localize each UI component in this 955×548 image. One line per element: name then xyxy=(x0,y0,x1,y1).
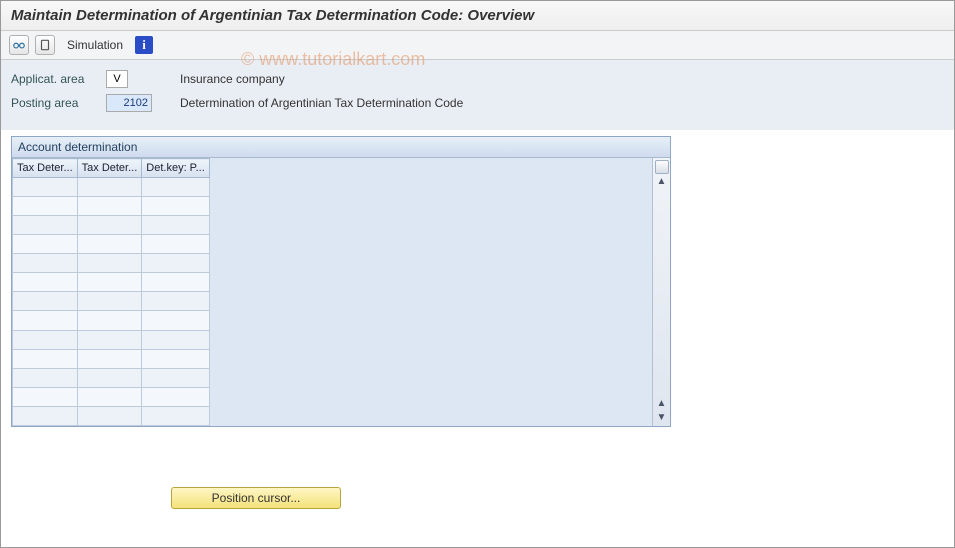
panel-title: Account determination xyxy=(12,137,670,158)
table-cell[interactable] xyxy=(77,235,142,254)
table-row[interactable] xyxy=(13,197,210,216)
table-cell[interactable] xyxy=(77,330,142,349)
glasses-icon[interactable] xyxy=(9,35,29,55)
scroll-down-icon[interactable]: ▼ xyxy=(655,410,669,424)
table-row[interactable] xyxy=(13,406,210,425)
page-title: Maintain Determination of Argentinian Ta… xyxy=(1,1,954,31)
account-determination-panel: Account determination Tax Deter...Tax De… xyxy=(11,136,671,427)
table-cell[interactable] xyxy=(13,235,78,254)
table-cell[interactable] xyxy=(142,216,210,235)
posting-area-field[interactable]: 2102 xyxy=(106,94,152,112)
table-cell[interactable] xyxy=(142,368,210,387)
table-row[interactable] xyxy=(13,311,210,330)
scroll-up-icon[interactable]: ▲ xyxy=(655,174,669,188)
table-row[interactable] xyxy=(13,292,210,311)
applicat-area-label: Applicat. area xyxy=(11,72,106,86)
toolbar: Simulation i xyxy=(1,31,954,60)
scroll-thumb[interactable] xyxy=(655,160,669,174)
table-cell[interactable] xyxy=(13,387,78,406)
table-cell[interactable] xyxy=(142,349,210,368)
posting-area-label: Posting area xyxy=(11,96,106,110)
table-cell[interactable] xyxy=(77,387,142,406)
applicat-area-desc: Insurance company xyxy=(180,72,285,86)
account-grid: Tax Deter...Tax Deter...Det.key: P... xyxy=(12,158,210,426)
table-cell[interactable] xyxy=(142,292,210,311)
table-cell[interactable] xyxy=(13,292,78,311)
column-header-0[interactable]: Tax Deter... xyxy=(13,159,78,178)
table-cell[interactable] xyxy=(142,406,210,425)
table-cell[interactable] xyxy=(13,330,78,349)
simulation-button[interactable]: Simulation xyxy=(61,36,129,54)
table-cell[interactable] xyxy=(13,197,78,216)
table-cell[interactable] xyxy=(142,235,210,254)
table-row[interactable] xyxy=(13,330,210,349)
column-header-1[interactable]: Tax Deter... xyxy=(77,159,142,178)
table-cell[interactable] xyxy=(77,178,142,197)
table-row[interactable] xyxy=(13,273,210,292)
table-cell[interactable] xyxy=(77,311,142,330)
table-cell[interactable] xyxy=(142,254,210,273)
table-cell[interactable] xyxy=(142,387,210,406)
table-cell[interactable] xyxy=(77,292,142,311)
table-cell[interactable] xyxy=(77,216,142,235)
table-cell[interactable] xyxy=(13,368,78,387)
table-cell[interactable] xyxy=(77,273,142,292)
table-cell[interactable] xyxy=(142,273,210,292)
table-row[interactable] xyxy=(13,368,210,387)
grid-filler xyxy=(210,158,652,426)
table-cell[interactable] xyxy=(13,178,78,197)
new-page-icon[interactable] xyxy=(35,35,55,55)
posting-area-desc: Determination of Argentinian Tax Determi… xyxy=(180,96,463,110)
table-row[interactable] xyxy=(13,349,210,368)
vertical-scrollbar[interactable]: ▲ ▲ ▼ xyxy=(652,158,670,426)
table-cell[interactable] xyxy=(77,254,142,273)
table-row[interactable] xyxy=(13,387,210,406)
table-cell[interactable] xyxy=(13,406,78,425)
info-icon[interactable]: i xyxy=(135,36,153,54)
table-cell[interactable] xyxy=(77,406,142,425)
table-row[interactable] xyxy=(13,235,210,254)
table-row[interactable] xyxy=(13,178,210,197)
column-header-2[interactable]: Det.key: P... xyxy=(142,159,210,178)
table-cell[interactable] xyxy=(77,349,142,368)
scroll-up2-icon[interactable]: ▲ xyxy=(655,396,669,410)
table-cell[interactable] xyxy=(77,197,142,216)
table-row[interactable] xyxy=(13,254,210,273)
table-cell[interactable] xyxy=(13,273,78,292)
table-cell[interactable] xyxy=(142,311,210,330)
table-cell[interactable] xyxy=(142,178,210,197)
table-cell[interactable] xyxy=(13,216,78,235)
table-cell[interactable] xyxy=(13,254,78,273)
table-cell[interactable] xyxy=(13,349,78,368)
table-cell[interactable] xyxy=(13,311,78,330)
table-cell[interactable] xyxy=(142,197,210,216)
table-cell[interactable] xyxy=(142,330,210,349)
position-cursor-button[interactable]: Position cursor... xyxy=(171,487,341,509)
applicat-area-field[interactable]: V xyxy=(106,70,128,88)
form-area: Applicat. area V Insurance company Posti… xyxy=(1,60,954,130)
table-row[interactable] xyxy=(13,216,210,235)
table-cell[interactable] xyxy=(77,368,142,387)
